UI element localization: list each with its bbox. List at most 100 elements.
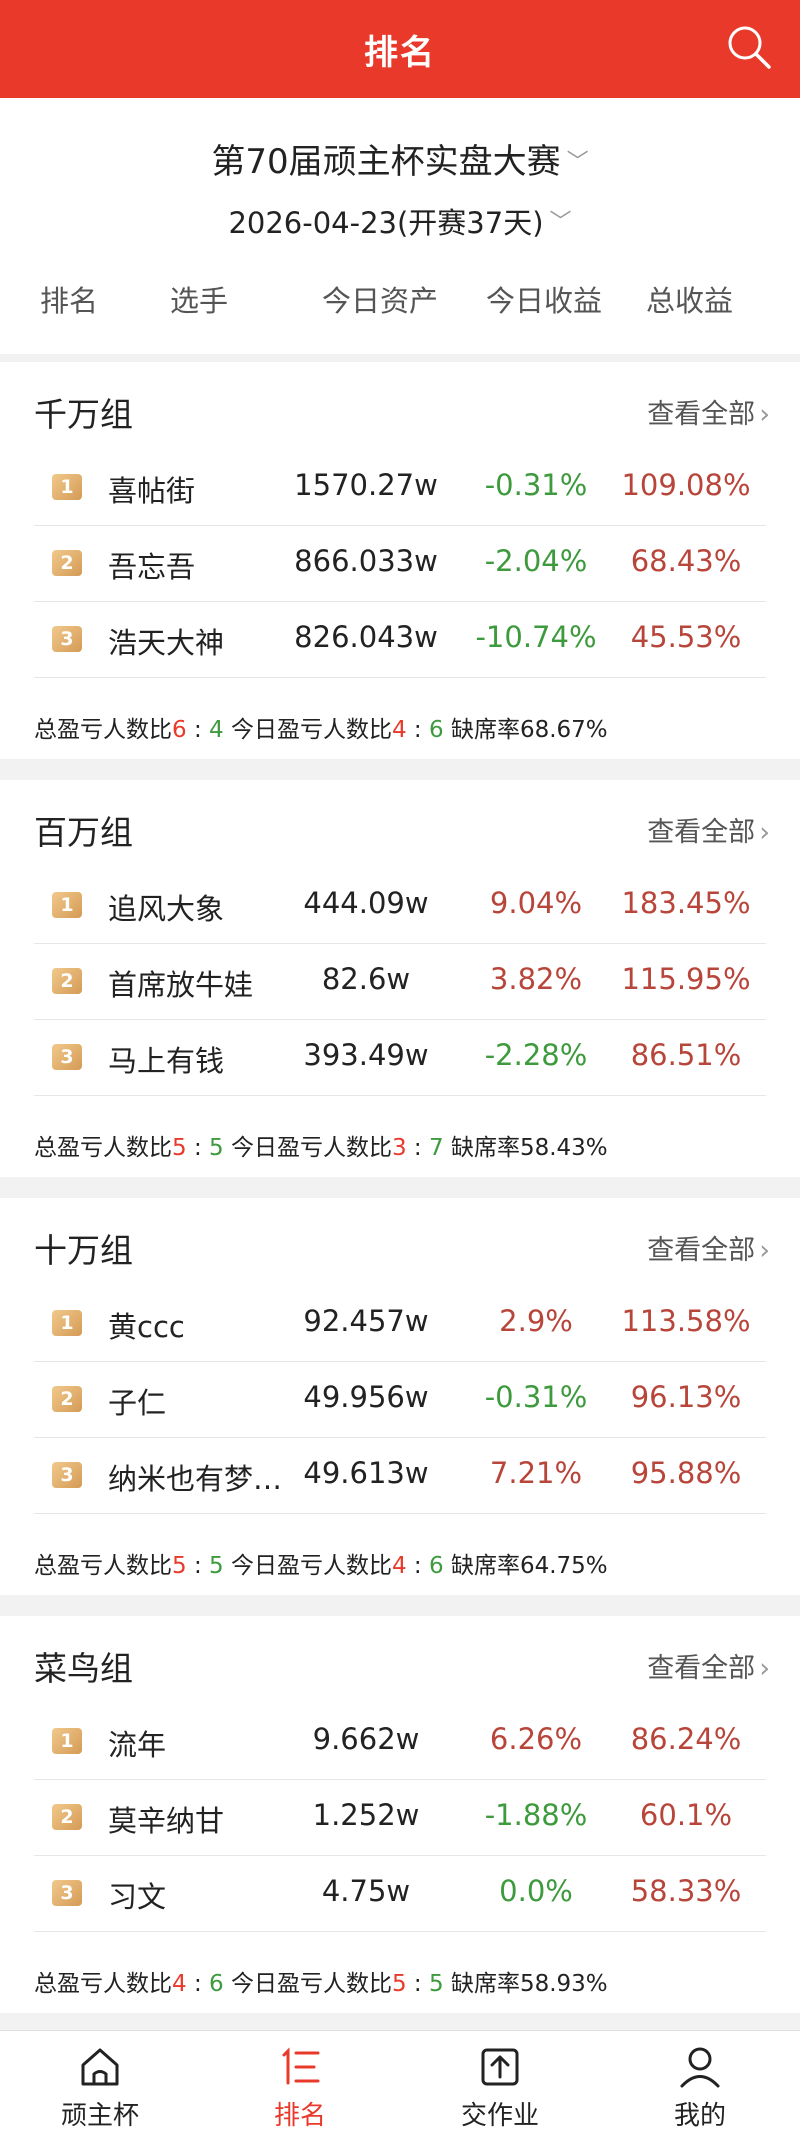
today-ratio-label: 今日盈亏人数比 — [230, 1971, 392, 1997]
table-row[interactable]: 1 追风大象 444.09w 9.04% 183.45% — [34, 868, 766, 944]
today-return: -10.74% — [475, 620, 597, 654]
total-lose-count: 5 — [209, 1135, 224, 1161]
view-all-link[interactable]: 查看全部 › — [647, 392, 770, 431]
player-name: 黄ccc — [108, 1310, 185, 1344]
today-return: -2.28% — [484, 1038, 588, 1072]
player-name: 浩天大神 — [108, 626, 225, 660]
today-return: 3.82% — [489, 962, 583, 996]
today-ratio-label: 今日盈亏人数比 — [230, 1553, 392, 1579]
view-all-link[interactable]: 查看全部 › — [647, 1228, 770, 1267]
contest-name: 第70届顽主杯实盘大赛 — [211, 142, 561, 182]
chevron-right-icon: › — [759, 1235, 770, 1266]
table-row[interactable]: 2 首席放牛娃 82.6w 3.82% 115.95% — [34, 944, 766, 1020]
today-return: 9.04% — [489, 886, 583, 920]
table-row[interactable]: 3 马上有钱 393.49w -2.28% 86.51% — [34, 1020, 766, 1096]
total-return: 60.1% — [639, 1798, 733, 1832]
table-row[interactable]: 3 习文 4.75w 0.0% 58.33% — [34, 1856, 766, 1932]
column-header-total: 总收益 — [646, 284, 734, 318]
contest-header: 第70届顽主杯实盘大赛 ﹀ 2026-04-23(开赛37天) ﹀ 排名 选手 今日… — [0, 98, 800, 354]
today-lose-count: 7 — [428, 1135, 444, 1161]
today-asset: 826.043w — [294, 620, 438, 654]
group-stats: 总盈亏人数比4 : 6 今日盈亏人数比5 : 5 缺席率58.93% — [34, 1971, 608, 1997]
view-all-label: 查看全部 — [647, 1653, 756, 1684]
player-name: 习文 — [108, 1880, 167, 1914]
table-row[interactable]: 2 子仁 49.956w -0.31% 96.13% — [34, 1362, 766, 1438]
table-row[interactable]: 1 流年 9.662w 6.26% 86.24% — [34, 1704, 766, 1780]
column-header-asset: 今日资产 — [322, 284, 439, 318]
total-win-count: 4 — [172, 1971, 187, 1997]
rank-badge: 1 — [52, 474, 82, 500]
today-win-count: 3 — [391, 1135, 407, 1161]
total-win-count: 5 — [172, 1553, 187, 1579]
group-stats: 总盈亏人数比5 : 5 今日盈亏人数比3 : 7 缺席率58.43% — [34, 1135, 608, 1161]
player-name: 子仁 — [108, 1386, 167, 1420]
total-win-count: 5 — [172, 1135, 187, 1161]
today-asset: 1570.27w — [294, 468, 438, 502]
view-all-label: 查看全部 — [647, 399, 756, 430]
chevron-down-icon: ﹀ — [566, 150, 589, 175]
today-return: 2.9% — [499, 1304, 573, 1338]
nav-item-home[interactable]: 顽主杯 — [0, 2031, 200, 2136]
table-row[interactable]: 3 浩天大神 826.043w -10.74% 45.53% — [34, 602, 766, 678]
contest-date: 2026-04-23(开赛37天) — [228, 206, 544, 240]
column-header-rank: 排名 — [40, 284, 99, 318]
rank-badge: 3 — [52, 1462, 82, 1488]
total-win-count: 6 — [172, 717, 187, 743]
total-return: 86.51% — [630, 1038, 742, 1072]
today-lose-count: 6 — [428, 1553, 444, 1579]
group-title: 菜鸟组 — [34, 1649, 133, 1688]
absent-rate: 缺席率58.43% — [450, 1135, 608, 1161]
rank-badge: 1 — [52, 892, 82, 918]
group-section: 百万组 查看全部 › 1 追风大象 444.09w 9.04% 183.45% 2 … — [0, 780, 800, 1177]
today-asset: 49.956w — [303, 1380, 429, 1414]
today-asset: 4.75w — [321, 1874, 411, 1908]
total-return: 86.24% — [630, 1722, 742, 1756]
today-win-count: 4 — [391, 717, 407, 743]
player-name: 莫辛纳甘 — [108, 1804, 225, 1838]
table-row[interactable]: 1 喜帖街 1570.27w -0.31% 109.08% — [34, 450, 766, 526]
total-ratio-label: 总盈亏人数比 — [34, 1971, 172, 1997]
chevron-down-icon: ﹀ — [549, 210, 572, 235]
today-asset: 393.49w — [303, 1038, 429, 1072]
nav-item-profile[interactable]: 我的 — [600, 2031, 800, 2136]
today-lose-count: 5 — [428, 1971, 444, 1997]
total-return: 115.95% — [621, 962, 751, 996]
nav-item-homework[interactable]: 交作业 — [400, 2031, 600, 2136]
total-return: 95.88% — [630, 1456, 742, 1490]
today-return: -2.04% — [484, 544, 588, 578]
total-ratio-label: 总盈亏人数比 — [34, 1553, 172, 1579]
rank-badge: 3 — [52, 1880, 82, 1906]
view-all-link[interactable]: 查看全部 › — [647, 1646, 770, 1685]
chevron-right-icon: › — [759, 817, 770, 848]
nav-label-home: 顽主杯 — [60, 2101, 139, 2131]
rank-badge: 1 — [52, 1728, 82, 1754]
total-return: 183.45% — [621, 886, 751, 920]
view-all-label: 查看全部 — [647, 817, 756, 848]
column-header-player: 选手 — [170, 284, 229, 318]
rank-badge: 2 — [52, 550, 82, 576]
nav-item-ranking[interactable]: 排名 — [200, 2031, 400, 2136]
upload-icon — [481, 2048, 519, 2086]
total-return: 45.53% — [630, 620, 742, 654]
today-return: -0.31% — [484, 468, 588, 502]
column-header-today: 今日收益 — [486, 284, 603, 318]
total-return: 109.08% — [621, 468, 751, 502]
table-row[interactable]: 2 吾忘吾 866.033w -2.04% 68.43% — [34, 526, 766, 602]
date-selector[interactable]: 2026-04-23(开赛37天) ﹀ — [0, 200, 800, 242]
table-row[interactable]: 2 莫辛纳甘 1.252w -1.88% 60.1% — [34, 1780, 766, 1856]
search-icon[interactable] — [726, 24, 772, 70]
today-asset: 444.09w — [303, 886, 429, 920]
total-lose-count: 5 — [209, 1553, 224, 1579]
view-all-link[interactable]: 查看全部 › — [647, 810, 770, 849]
table-row[interactable]: 3 纳米也有梦… 49.613w 7.21% 95.88% — [34, 1438, 766, 1514]
player-name: 流年 — [108, 1728, 167, 1762]
nav-label-profile: 我的 — [673, 2101, 726, 2131]
table-row[interactable]: 1 黄ccc 92.457w 2.9% 113.58% — [34, 1286, 766, 1362]
chevron-right-icon: › — [759, 1653, 770, 1684]
nav-label-ranking: 排名 — [273, 2101, 326, 2131]
player-name: 喜帖街 — [108, 474, 196, 508]
contest-selector[interactable]: 第70届顽主杯实盘大赛 ﹀ — [0, 134, 800, 183]
absent-rate: 缺席率68.67% — [450, 717, 608, 743]
total-lose-count: 4 — [209, 717, 224, 743]
view-all-label: 查看全部 — [647, 1235, 756, 1266]
